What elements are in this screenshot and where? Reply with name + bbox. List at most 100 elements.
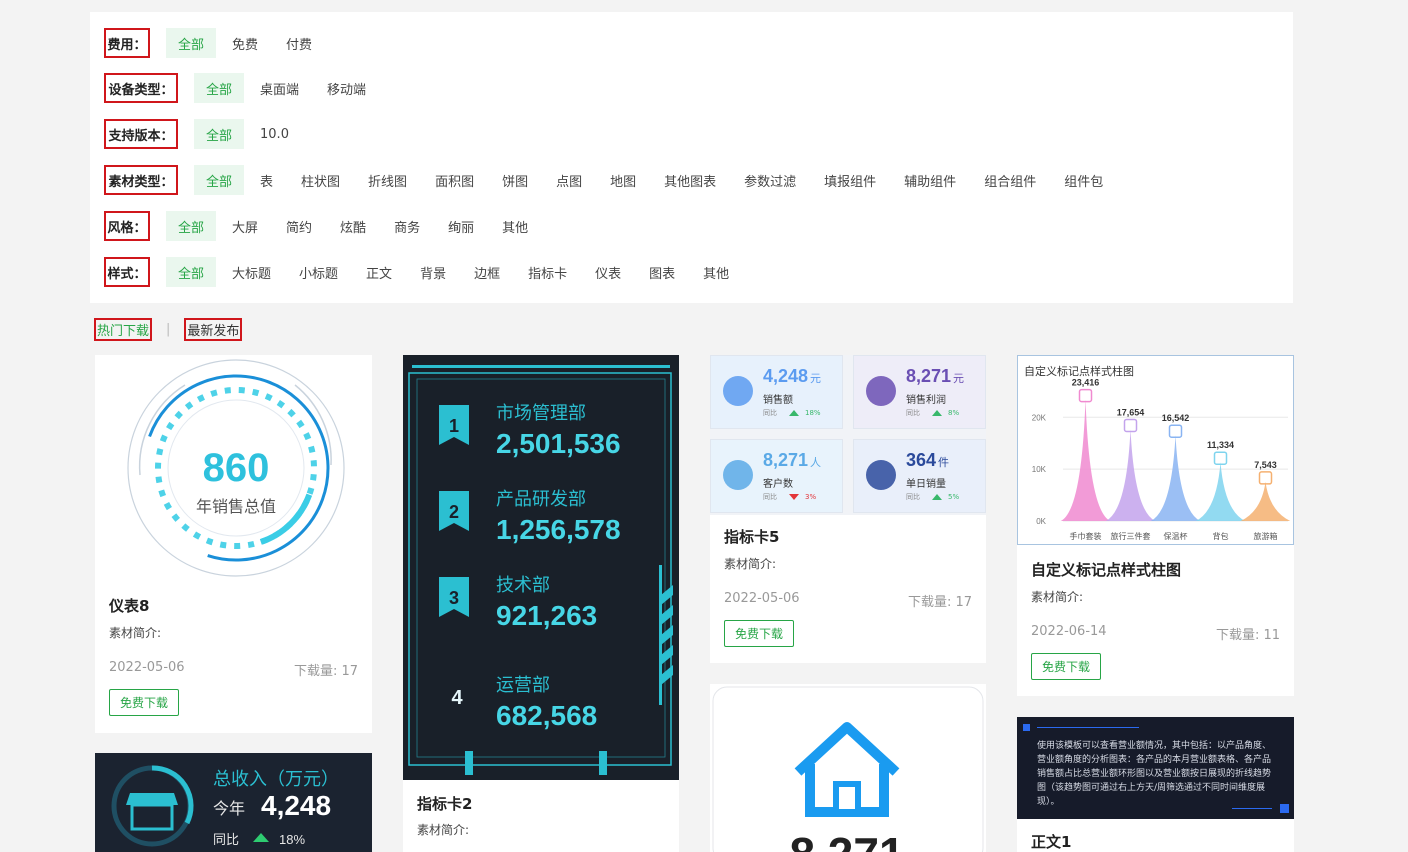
free-download-button[interactable]: 免费下载 [109, 689, 180, 716]
filter-row-fee: 费用： 全部 免费 付费 [104, 28, 324, 58]
home-value: 8,271 [789, 828, 904, 852]
chart-title: 自定义标记点样式柱图 [1024, 364, 1134, 378]
department-name: 市场管理部 [496, 403, 586, 424]
device-option-mobile[interactable]: 移动端 [315, 73, 378, 103]
data-label: 17,654 [1117, 407, 1145, 417]
card-downloads: 下载量: 17 [293, 664, 358, 679]
material-card-kpi5[interactable]: 4,248 元 销售额 同比 18% 8,271 元 销售利润 同比 8% 8,271 人… [710, 355, 986, 663]
fee-option-paid[interactable]: 付费 [274, 28, 324, 58]
format-option-border[interactable]: 边框 [462, 257, 512, 287]
kpi-tile-label: 销售额 [763, 395, 793, 406]
material-card-home[interactable]: 8,271 [710, 684, 986, 852]
material-card-text[interactable]: 使用该模板可以查看营业额情况，其中包括：以产品角度、营业额角度的分析图表：各产品… [1017, 717, 1294, 852]
format-option-big-title[interactable]: 大标题 [220, 257, 283, 287]
style-option-gorgeous[interactable]: 绚丽 [436, 211, 486, 241]
kpi-tile-unit: 元 [810, 373, 822, 385]
card-title: 仪表8 [109, 597, 150, 615]
format-option-all[interactable]: 全部 [166, 257, 217, 287]
filter-label-fee: 费用： [104, 28, 150, 58]
rank-number: 4 [451, 687, 463, 709]
format-option-small-title[interactable]: 小标题 [287, 257, 350, 287]
x-tick-label: 旅游箱 [1254, 531, 1278, 541]
sort-newest[interactable]: 最新发布 [184, 318, 243, 341]
device-option-desktop[interactable]: 桌面端 [248, 73, 311, 103]
kpi-tile-pct: 5% [948, 493, 960, 501]
material-card-income[interactable]: 总收入（万元） 今年 4,248 同比 18% [95, 753, 372, 852]
format-option-body[interactable]: 正文 [354, 257, 404, 287]
format-option-chart[interactable]: 图表 [637, 257, 687, 287]
kpi-tile-value: 4,248 [763, 366, 809, 386]
type-option-table[interactable]: 表 [248, 165, 285, 195]
kpi-tile-label: 销售利润 [906, 395, 946, 406]
style-option-business[interactable]: 商务 [382, 211, 432, 241]
style-option-bigscreen[interactable]: 大屏 [220, 211, 270, 241]
type-option-fill-widget[interactable]: 填报组件 [812, 165, 888, 195]
type-option-param-filter[interactable]: 参数过滤 [732, 165, 808, 195]
type-option-other-chart[interactable]: 其他图表 [652, 165, 728, 195]
kpi-tile-yoy: 同比 [763, 493, 777, 501]
kpi-tile-icon [866, 376, 896, 406]
card-thumbnail[interactable]: 自定义标记点样式柱图 0K 10K 20K 23,416 手巾套装 17,654 旅行三件套… [1017, 355, 1294, 545]
type-option-widget-pack[interactable]: 组件包 [1052, 165, 1115, 195]
filter-label-format: 样式： [104, 257, 150, 287]
home-illustration: 8,271 [712, 686, 984, 852]
card-date: 2022-06-14 [1031, 624, 1107, 639]
style-option-other[interactable]: 其他 [490, 211, 540, 241]
style-option-all[interactable]: 全部 [166, 211, 217, 241]
version-option-10[interactable]: 10.0 [248, 119, 301, 149]
fee-option-free[interactable]: 免费 [220, 28, 270, 58]
device-option-all[interactable]: 全部 [194, 73, 245, 103]
bar-chart: 自定义标记点样式柱图 0K 10K 20K 23,416 手巾套装 17,654 旅行三件套… [1024, 364, 1291, 541]
card-thumbnail[interactable]: 4,248 元 销售额 同比 18% 8,271 元 销售利润 同比 8% 8,271 人… [710, 355, 986, 515]
type-option-combo-widget[interactable]: 组合组件 [972, 165, 1048, 195]
card-downloads: 下载量: 17 [907, 595, 972, 610]
bar-mark [1150, 435, 1201, 521]
department-name: 运营部 [496, 675, 550, 696]
format-option-background[interactable]: 背景 [408, 257, 458, 287]
sort-separator: | [166, 322, 171, 337]
filter-label-style: 风格： [104, 211, 150, 241]
free-download-button[interactable]: 免费下载 [724, 620, 795, 647]
format-option-gauge[interactable]: 仪表 [583, 257, 633, 287]
material-card-kpi2[interactable]: 1 市场管理部 2,501,536 2 产品研发部 1,256,578 3 技术部 921,26… [403, 355, 679, 852]
free-download-button[interactable]: 免费下载 [1031, 653, 1102, 680]
card-thumbnail[interactable]: 860 年销售总值 [95, 355, 372, 585]
bar-mark [1195, 462, 1246, 521]
income-yoy-label: 同比 [213, 833, 239, 848]
kpi-tile: 4,248 元 销售额 同比 18% [710, 355, 843, 429]
rank-number: 3 [449, 588, 459, 608]
type-option-bar[interactable]: 柱状图 [289, 165, 352, 195]
kpi-tile-yoy: 同比 [906, 409, 920, 417]
format-option-kpi-card[interactable]: 指标卡 [516, 257, 579, 287]
filter-row-device: 设备类型： 全部 桌面端 移动端 [104, 73, 378, 103]
type-option-aux-widget[interactable]: 辅助组件 [892, 165, 968, 195]
kpi-tile-icon [723, 460, 753, 490]
style-option-cool[interactable]: 炫酷 [328, 211, 378, 241]
sort-hot-downloads[interactable]: 热门下载 [94, 318, 153, 341]
income-value: 4,248 [261, 790, 331, 821]
material-card-gauge[interactable]: 860 年销售总值 仪表8 素材简介: 2022-05-06 下载量: 17 免… [95, 355, 372, 733]
card-thumbnail[interactable]: 使用该模板可以查看营业额情况，其中包括：以产品角度、营业额角度的分析图表：各产品… [1017, 717, 1294, 819]
text-preview: 使用该模板可以查看营业额情况，其中包括：以产品角度、营业额角度的分析图表：各产品… [1037, 741, 1272, 807]
x-tick-label: 保温杯 [1164, 531, 1188, 541]
format-option-other[interactable]: 其他 [691, 257, 741, 287]
type-option-map[interactable]: 地图 [598, 165, 648, 195]
card-title: 正文1 [1031, 833, 1072, 851]
kpi-tile-unit: 件 [938, 457, 950, 469]
style-option-simple[interactable]: 简约 [274, 211, 324, 241]
material-card-bar-chart[interactable]: 自定义标记点样式柱图 0K 10K 20K 23,416 手巾套装 17,654 旅行三件套… [1017, 355, 1294, 696]
card-thumbnail[interactable]: 1 市场管理部 2,501,536 2 产品研发部 1,256,578 3 技术部 921,26… [403, 355, 679, 780]
up-arrow-icon [789, 410, 799, 416]
income-yoy-pct: 18% [279, 832, 305, 847]
data-label: 16,542 [1162, 413, 1190, 423]
department-value: 1,256,578 [496, 514, 621, 545]
type-option-all[interactable]: 全部 [194, 165, 245, 195]
type-option-dot[interactable]: 点图 [544, 165, 594, 195]
type-option-area[interactable]: 面积图 [423, 165, 486, 195]
type-option-pie[interactable]: 饼图 [490, 165, 540, 195]
fee-option-all[interactable]: 全部 [166, 28, 217, 58]
type-option-line[interactable]: 折线图 [356, 165, 419, 195]
up-arrow-icon [253, 833, 269, 842]
data-label: 7,543 [1254, 460, 1277, 470]
version-option-all[interactable]: 全部 [194, 119, 245, 149]
